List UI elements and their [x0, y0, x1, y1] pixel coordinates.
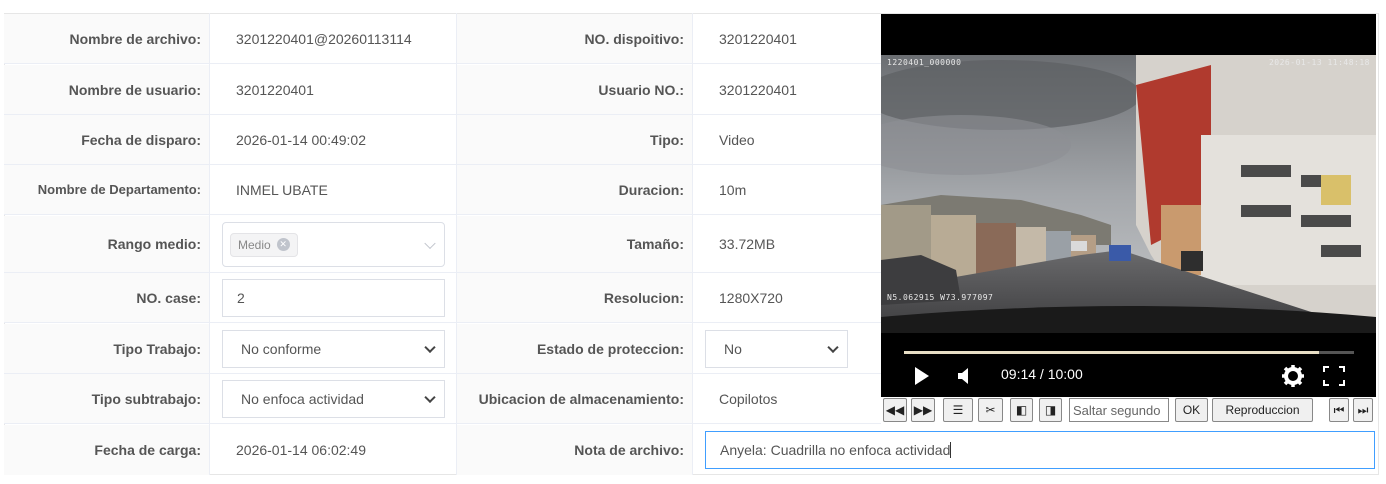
estado-proteccion-select[interactable]: No: [705, 330, 848, 368]
ok-button[interactable]: OK: [1175, 398, 1208, 422]
list-icon: ☰: [952, 403, 964, 417]
row-3: Fecha de disparo: 2026-01-14 00:49:02 Ti…: [4, 115, 881, 165]
seek-seconds-input[interactable]: Saltar segundo: [1069, 398, 1169, 422]
fast-forward-button[interactable]: ▶▶: [911, 398, 935, 422]
cut-button[interactable]: ✂: [978, 398, 1003, 422]
prev-frame-icon: ◧: [1015, 403, 1028, 417]
tipo-subtrabajo-select[interactable]: No enfoca actividad: [222, 380, 445, 418]
value-nombre-archivo: 3201220401@20260113114: [236, 30, 412, 47]
value-tamano: 33.72MB: [719, 236, 776, 252]
label-rango-medio: Rango medio:: [4, 216, 209, 272]
video-player[interactable]: 1220401_000000 2026-01-13 11:48:18 N5.06…: [881, 14, 1376, 397]
fast-forward-icon: ▶▶: [913, 403, 933, 417]
rango-medio-select[interactable]: Medio ✕: [222, 222, 445, 267]
label-resolucion: Resolucion:: [457, 273, 692, 322]
value-duracion: 10m: [719, 181, 747, 198]
label-tipo-subtrabajo: Tipo subtrabajo:: [4, 374, 209, 423]
tipo-trabajo-value: No conforme: [241, 341, 322, 357]
skip-start-icon: ⏮: [1333, 402, 1345, 417]
progress-fill: [904, 351, 1320, 354]
playback-toolbar: ◀◀ ▶▶ ☰ ✂ ◧ ◨ Saltar segundo OK Reproduc…: [881, 397, 1376, 424]
list-button[interactable]: ☰: [943, 398, 973, 422]
rewind-icon: ◀◀: [885, 403, 905, 417]
skip-end-icon: ⏭: [1357, 402, 1369, 417]
video-frame-image: [881, 55, 1376, 333]
scissors-icon: ✂: [985, 403, 996, 417]
gear-icon[interactable]: [1281, 364, 1305, 388]
chevron-down-icon: [424, 237, 436, 249]
label-fecha-disparo: Fecha de disparo:: [4, 115, 209, 164]
chevron-down-icon: [424, 341, 436, 354]
row-4: Nombre de Departamento: INMEL UBATE Dura…: [4, 165, 881, 215]
row-1: Nombre de archivo: 3201220401@2026011311…: [4, 14, 881, 64]
nota-archivo-text: Anyela: Cuadrilla no enfoca actividad: [720, 442, 951, 458]
play-icon[interactable]: [913, 366, 931, 386]
value-no-dispositivo: 3201220401: [719, 30, 797, 47]
value-departamento: INMEL UBATE: [236, 181, 328, 198]
column-divider: [456, 13, 457, 475]
label-ubicacion: Ubicacion de almacenamiento:: [457, 374, 692, 423]
value-ubicacion: Copilotos: [719, 390, 778, 407]
estado-proteccion-value: No: [724, 341, 742, 357]
rewind-button[interactable]: ◀◀: [883, 398, 907, 422]
label-tipo: Tipo:: [457, 115, 692, 164]
text-cursor: [950, 442, 952, 458]
osd-timestamp: 2026-01-13 11:48:18: [1268, 58, 1370, 67]
no-case-input[interactable]: 2: [222, 279, 445, 317]
tipo-subtrabajo-value: No enfoca actividad: [241, 391, 364, 407]
video-time: 09:14 / 10:00: [1001, 366, 1083, 382]
next-frame-button[interactable]: ◨: [1039, 398, 1062, 422]
label-tamano: Tamaño:: [457, 216, 692, 272]
column-divider: [692, 13, 693, 475]
rango-medio-tag-label: Medio: [238, 237, 271, 252]
label-no-case: NO. case:: [4, 273, 209, 322]
label-estado-proteccion: Estado de proteccion:: [457, 324, 692, 373]
next-frame-icon: ◨: [1044, 403, 1057, 417]
value-usuario-no: 3201220401: [719, 81, 797, 98]
skip-start-button[interactable]: ⏮: [1329, 398, 1349, 422]
row-2: Nombre de usuario: 3201220401 Usuario NO…: [4, 65, 881, 115]
label-no-dispositivo: NO. dispoitivo:: [457, 14, 692, 63]
label-nota-archivo: Nota de archivo:: [457, 425, 692, 475]
video-frame: 1220401_000000 2026-01-13 11:48:18 N5.06…: [881, 55, 1376, 333]
fullscreen-icon[interactable]: [1322, 365, 1346, 387]
label-duracion: Duracion:: [457, 165, 692, 214]
prev-frame-button[interactable]: ◧: [1010, 398, 1033, 422]
label-usuario-no: Usuario NO.:: [457, 65, 692, 114]
video-controls: 09:14 / 10:00: [881, 340, 1376, 397]
value-nombre-usuario: 3201220401: [236, 81, 314, 98]
skip-end-button[interactable]: ⏭: [1353, 398, 1373, 422]
osd-gps: N5.062915 W73.977097: [887, 293, 994, 302]
label-nombre-archivo: Nombre de archivo:: [4, 14, 209, 63]
playback-button[interactable]: Reproduccion: [1212, 398, 1313, 422]
value-fecha-carga: 2026-01-14 06:02:49: [236, 442, 366, 458]
nota-archivo-input[interactable]: Anyela: Cuadrilla no enfoca actividad: [705, 431, 1375, 469]
label-tipo-trabajo: Tipo Trabajo:: [4, 324, 209, 373]
chevron-down-icon: [827, 341, 839, 354]
tag-remove-icon[interactable]: ✕: [276, 238, 290, 251]
value-resolucion: 1280X720: [719, 289, 783, 306]
value-fecha-disparo: 2026-01-14 00:49:02: [236, 131, 366, 148]
label-departamento: Nombre de Departamento:: [4, 165, 209, 214]
column-divider: [209, 13, 210, 475]
value-tipo: Video: [719, 131, 755, 148]
label-nombre-usuario: Nombre de usuario:: [4, 65, 209, 114]
label-fecha-carga: Fecha de carga:: [4, 425, 209, 475]
tipo-trabajo-select[interactable]: No conforme: [222, 330, 445, 368]
chevron-down-icon: [424, 391, 436, 404]
osd-device-label: 1220401_000000: [887, 58, 962, 67]
volume-icon[interactable]: [956, 366, 974, 386]
rango-medio-tag: Medio ✕: [230, 232, 298, 257]
